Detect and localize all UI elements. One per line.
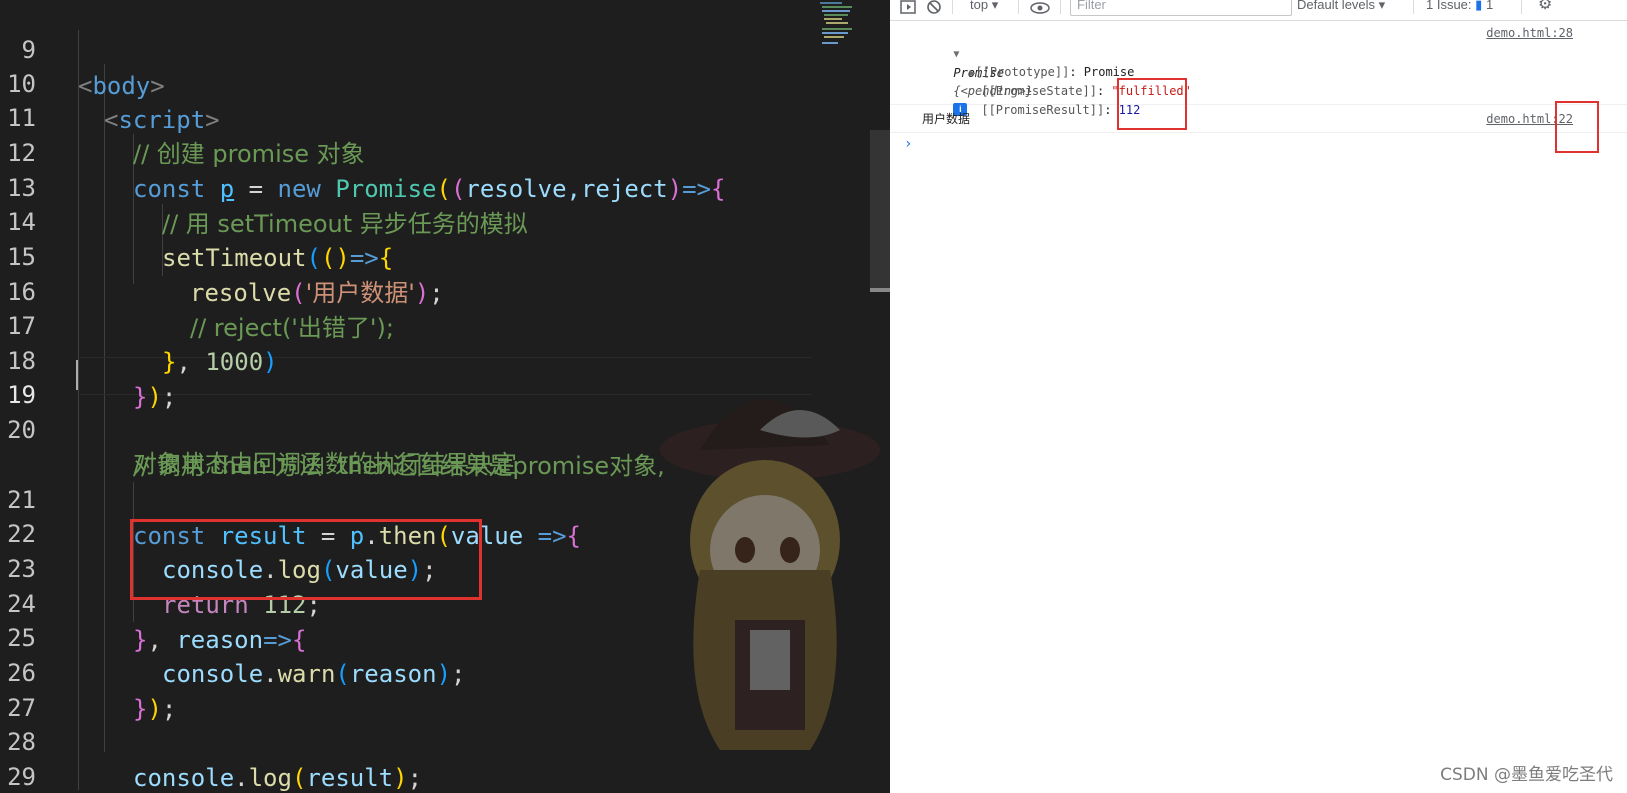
code-line-9[interactable]: 9 <body> [0, 0, 860, 100]
chevron-down-icon: ▾ [991, 0, 999, 12]
code-line-19[interactable]: 19 [0, 341, 860, 409]
eye-icon[interactable] [1030, 0, 1050, 19]
code-line-15[interactable]: 15 resolve('用户数据'); [0, 203, 860, 307]
devtools-console[interactable]: top ▾ Filter Default levels ▾ 1 Issue: ▮… [890, 0, 1627, 793]
source-link[interactable]: demo.html:28 [1486, 26, 1573, 40]
code-line-18[interactable]: 18 }); [0, 307, 860, 411]
toolbar-separator [1060, 0, 1061, 14]
code-line-20[interactable]: 20 // 调用 then 方法 then返回结果是promise对象, [0, 376, 860, 480]
chevron-down-icon: ▾ [1378, 0, 1386, 12]
gear-icon[interactable]: ⚙ [1538, 0, 1552, 16]
line-number: 29 [7, 763, 36, 791]
console-entry-promise[interactable]: ▼ Promise {<pending>} i demo.html:28 ▶[[… [890, 24, 1627, 117]
context-selector[interactable]: top ▾ [970, 0, 998, 16]
scrollbar-marker [870, 288, 890, 292]
toolbar-separator [1521, 0, 1522, 14]
code-line-29[interactable]: 29 </script> [0, 723, 860, 791]
code-editor[interactable]: 9 <body> 10 <script> 11 // 创建 promise 对象… [0, 0, 890, 793]
log-message: 用户数据 [922, 112, 971, 126]
message-icon: ▮ [1475, 0, 1483, 12]
issues-button[interactable]: 1 Issue: ▮ 1 [1426, 0, 1493, 16]
console-toolbar: top ▾ Filter Default levels ▾ 1 Issue: ▮… [890, 0, 1627, 21]
toolbar-separator [1413, 0, 1414, 14]
code-line-13[interactable]: 13 // 用 setTimeout 异步任务的模拟 [0, 134, 860, 238]
code-line-26[interactable]: 26 }); [0, 619, 860, 723]
clear-console-icon[interactable] [926, 0, 942, 18]
code-line-12[interactable]: 12 const p = new Promise((resolve,reject… [0, 99, 860, 203]
toolbar-separator [1018, 0, 1019, 14]
code-line-27[interactable]: 27 [0, 654, 860, 722]
code-line-21[interactable]: 21 const result = p.then(value =>{ [0, 446, 860, 550]
code-line-28[interactable]: 28 console.log(result); [0, 688, 860, 792]
highlight-box-result [1117, 78, 1187, 130]
console-prompt-icon[interactable]: › [904, 136, 912, 152]
code-line-14[interactable]: 14 setTimeout(()=>{ [0, 168, 860, 272]
filter-input[interactable]: Filter [1070, 0, 1292, 16]
vertical-scrollbar[interactable] [870, 130, 890, 290]
code-line-10[interactable]: 10 <script> [0, 30, 860, 134]
code-line-17[interactable]: 17 }, 1000) [0, 272, 860, 376]
code-line-20-wrap[interactable]: 对象状态由回调函数的执行结果决定 [0, 410, 860, 478]
levels-dropdown[interactable]: Default levels ▾ [1297, 0, 1385, 16]
toolbar-separator [952, 0, 953, 14]
sidebar-toggle-icon[interactable] [900, 0, 916, 18]
highlight-box-source [1555, 101, 1599, 153]
code-line-11[interactable]: 11 // 创建 promise 对象 [0, 64, 860, 168]
console-entry-log[interactable]: 用户数据 demo.html:22 [890, 108, 1627, 133]
code-line-16[interactable]: 16 // reject('出错了'); [0, 238, 860, 342]
csdn-watermark: CSDN @墨鱼爱吃圣代 [1440, 765, 1613, 785]
highlight-box-return [130, 519, 482, 600]
code-line-22[interactable]: 22 console.log(value); [0, 480, 860, 584]
